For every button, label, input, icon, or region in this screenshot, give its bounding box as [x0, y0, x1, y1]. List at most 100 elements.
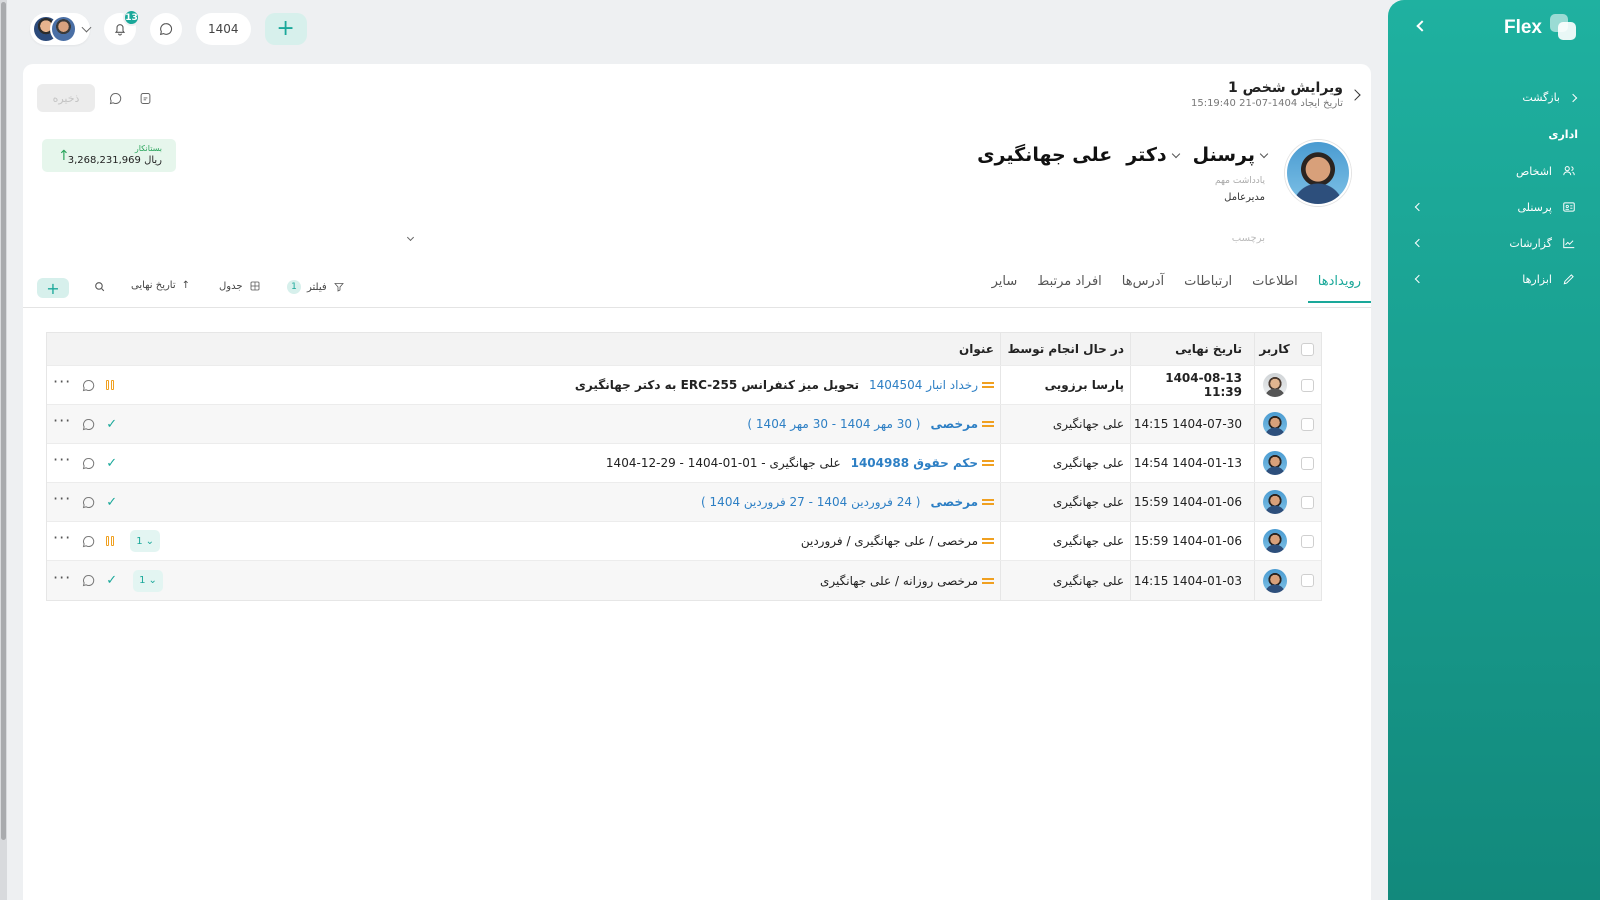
- subtask-count-button[interactable]: 1 ⌄: [133, 569, 163, 592]
- table-row[interactable]: 1404-01-13 14:54 علی جهانگیری حکم حقوق 1…: [47, 444, 1321, 483]
- chat-icon[interactable]: [81, 534, 96, 549]
- tab-other[interactable]: سایر: [992, 274, 1018, 299]
- table-row[interactable]: 1404-07-30 14:15 علی جهانگیری مرخصی ( 30…: [47, 405, 1321, 444]
- person-name[interactable]: علی جهانگیری: [977, 144, 1112, 166]
- sort-button[interactable]: تاریخ نهایی ↑: [131, 280, 190, 291]
- priority-icon: [982, 577, 994, 584]
- chat-icon[interactable]: [81, 573, 96, 588]
- sidebar-item-reports[interactable]: گزارشات: [1414, 233, 1576, 253]
- notifications-button[interactable]: 13: [104, 9, 140, 45]
- row-checkbox[interactable]: [1301, 534, 1314, 548]
- tab-related-people[interactable]: افراد مرتبط: [1037, 274, 1102, 299]
- row-title[interactable]: مرخصی روزانه / علی جهانگیری ··· ✓ 1 ⌄: [47, 561, 1000, 600]
- more-icon[interactable]: ···: [53, 413, 71, 429]
- profile-avatar[interactable]: [1285, 140, 1351, 206]
- avatar: [1262, 568, 1287, 593]
- column-header-title[interactable]: عنوان: [47, 333, 1000, 365]
- pause-icon[interactable]: [106, 380, 115, 390]
- brand: Flex: [1504, 14, 1578, 42]
- more-icon[interactable]: ···: [53, 530, 71, 546]
- search-button[interactable]: [93, 280, 106, 293]
- chat-button[interactable]: [150, 13, 182, 45]
- back-arrow-icon[interactable]: [1349, 89, 1361, 101]
- row-date: 1404-01-13 14:54: [1130, 444, 1254, 482]
- table-row[interactable]: 1404-01-03 14:15 علی جهانگیری مرخصی روزا…: [47, 561, 1321, 600]
- sidebar-item-tools[interactable]: ابزارها: [1414, 269, 1576, 289]
- brand-name: Flex: [1503, 17, 1542, 38]
- tab-communications[interactable]: ارتباطات: [1184, 274, 1232, 299]
- row-title[interactable]: مرخصی / علی جهانگیری / فروردین ··· 1 ⌄: [47, 522, 1000, 560]
- chat-icon[interactable]: [81, 456, 96, 471]
- fiscal-year-button[interactable]: 1404: [196, 13, 251, 45]
- select-all-checkbox[interactable]: [1301, 342, 1314, 356]
- row-checkbox[interactable]: [1301, 417, 1314, 431]
- row-checkbox[interactable]: [1301, 574, 1314, 587]
- account-switcher[interactable]: [30, 13, 92, 45]
- sidebar-section-title: اداری: [1548, 128, 1578, 141]
- scrollbar-thumb[interactable]: [1, 2, 6, 840]
- tab-info[interactable]: اطلاعات: [1252, 274, 1298, 299]
- row-checkbox[interactable]: [1301, 378, 1314, 392]
- sidebar-item-personnel[interactable]: پرسنلی: [1414, 197, 1576, 217]
- subtask-count-button[interactable]: 1 ⌄: [130, 530, 161, 552]
- sidebar-item-people[interactable]: اشخاص: [1416, 161, 1576, 181]
- table-row[interactable]: 1404-01-06 15:59 علی جهانگیری مرخصی ( 24…: [47, 483, 1321, 522]
- row-title-link[interactable]: رخداد انبار 1404504: [869, 378, 978, 392]
- grid-icon: [250, 281, 259, 291]
- check-icon[interactable]: ✓: [106, 573, 117, 588]
- row-assignee: علی جهانگیری: [1000, 405, 1130, 443]
- row-title[interactable]: مرخصی ( 30 مهر 1404 - 30 مهر 1404 ) ··· …: [47, 405, 1000, 443]
- comments-button[interactable]: [105, 88, 125, 108]
- notes-button[interactable]: [135, 88, 155, 108]
- row-title-link[interactable]: ( 24 فروردین 1404 - 27 فروردین 1404 ): [701, 495, 920, 509]
- column-header-date[interactable]: تاریخ نهایی: [1130, 333, 1254, 365]
- collapse-sidebar-icon[interactable]: [1416, 20, 1428, 32]
- chat-icon[interactable]: [81, 495, 96, 510]
- role-label[interactable]: مدیرعامل: [1224, 192, 1265, 203]
- sidebar: Flex بازگشت اداری اشخاص پرسنلی گزارشات ا…: [1388, 0, 1600, 900]
- priority-icon: [982, 382, 994, 388]
- check-icon[interactable]: ✓: [106, 417, 117, 432]
- events-table: کاربر تاریخ نهایی در حال انجام توسط عنوا…: [46, 332, 1322, 601]
- row-checkbox[interactable]: [1301, 495, 1314, 509]
- row-title-link[interactable]: ( 30 مهر 1404 - 30 مهر 1404 ): [747, 417, 920, 431]
- more-icon[interactable]: ···: [53, 569, 71, 586]
- person-edit-card: ذخیره ویرایش شخص 1 تاریخ ایجاد 1404-07-2…: [23, 64, 1372, 900]
- sidebar-back[interactable]: بازگشت: [1522, 91, 1578, 104]
- filter-count-badge: 1: [287, 280, 301, 294]
- chevron-down-icon[interactable]: [406, 233, 415, 242]
- check-icon[interactable]: ✓: [106, 456, 117, 471]
- group-select[interactable]: پرسنل: [1193, 144, 1269, 166]
- view-button[interactable]: جدول: [219, 280, 261, 292]
- tab-addresses[interactable]: آدرس‌ها: [1122, 274, 1164, 299]
- table-row[interactable]: 1404-08-13 11:39 پارسا برزویی رخداد انبا…: [47, 366, 1321, 405]
- tag-field[interactable]: برچسب: [1232, 233, 1265, 244]
- column-header-by[interactable]: در حال انجام توسط: [1000, 333, 1130, 365]
- filter-button[interactable]: 1 فیلتر: [287, 280, 345, 294]
- tab-events[interactable]: رویدادها: [1307, 274, 1372, 303]
- row-checkbox[interactable]: [1301, 456, 1314, 470]
- row-title[interactable]: رخداد انبار 1404504 تحویل میز کنفرانس ER…: [47, 366, 1000, 404]
- add-event-button[interactable]: +: [37, 278, 69, 298]
- pause-icon[interactable]: [106, 536, 115, 546]
- column-header-user[interactable]: کاربر: [1254, 333, 1294, 365]
- table-row[interactable]: 1404-01-06 15:59 علی جهانگیری مرخصی / عل…: [47, 522, 1321, 561]
- more-icon[interactable]: ···: [53, 452, 71, 468]
- chevron-down-icon: ⌄: [148, 575, 157, 586]
- more-icon[interactable]: ···: [53, 374, 71, 390]
- table-toolbar: + تاریخ نهایی ↑ جدول 1 فیلتر: [37, 278, 344, 298]
- title-select[interactable]: دکتر: [1126, 144, 1180, 166]
- row-title[interactable]: حکم حقوق 1404988 علی جهانگیری - 01-01-14…: [47, 444, 1000, 482]
- page-scrollbar[interactable]: [0, 0, 7, 900]
- more-icon[interactable]: ···: [53, 491, 71, 507]
- row-title[interactable]: مرخصی ( 24 فروردین 1404 - 27 فروردین 140…: [47, 483, 1000, 521]
- check-icon[interactable]: ✓: [106, 495, 117, 510]
- row-title-prefix[interactable]: حکم حقوق 1404988: [851, 456, 978, 470]
- chat-icon[interactable]: [81, 378, 96, 393]
- row-user-cell: [1254, 561, 1294, 600]
- row-title-prefix[interactable]: مرخصی: [930, 417, 978, 431]
- save-button[interactable]: ذخیره: [37, 84, 95, 112]
- chat-icon[interactable]: [81, 417, 96, 432]
- row-title-prefix[interactable]: مرخصی: [930, 495, 978, 509]
- quick-add-button[interactable]: +: [264, 13, 307, 45]
